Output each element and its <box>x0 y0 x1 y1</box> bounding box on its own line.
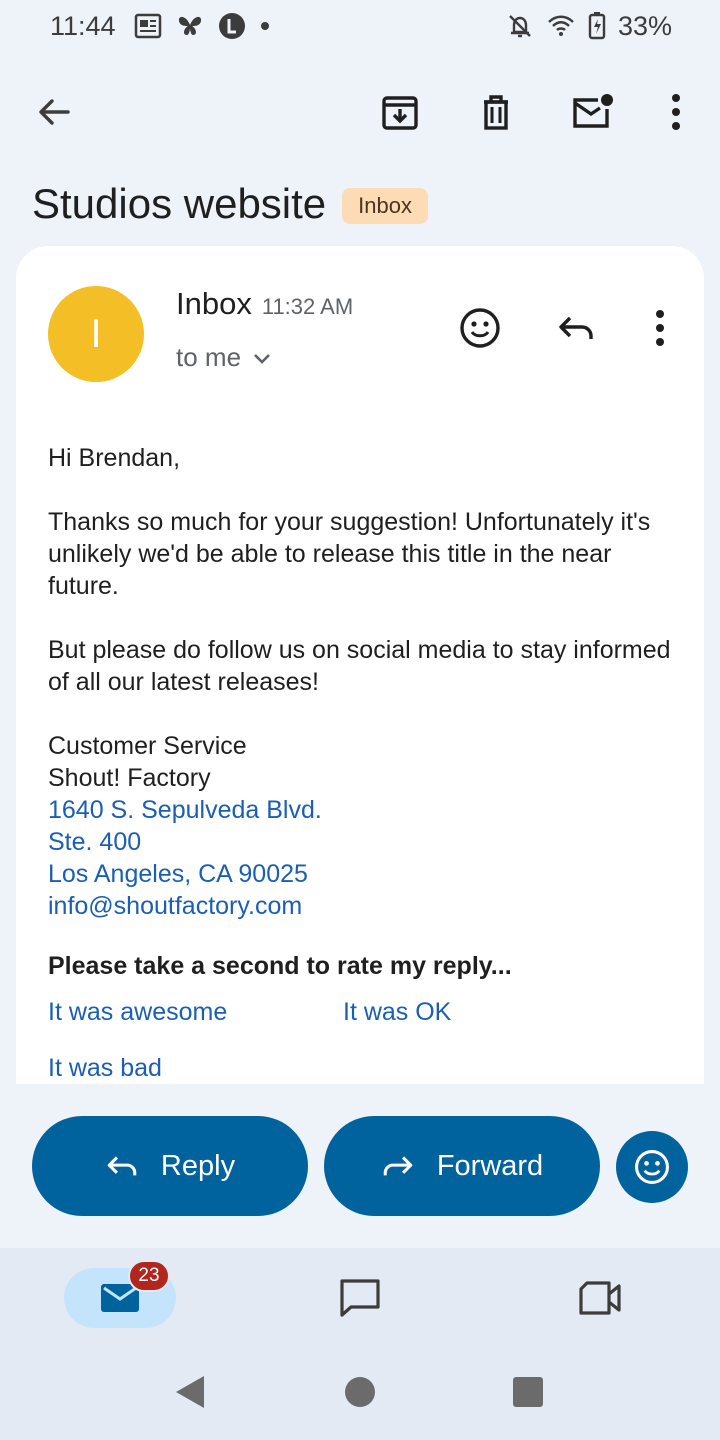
subject-row: Studios website Inbox <box>32 180 428 228</box>
greeting: Hi Brendan, <box>48 444 181 472</box>
l-circle-icon <box>218 12 246 40</box>
rating-question: Please take a second to rate my reply... <box>48 952 512 980</box>
address-link-1[interactable]: 1640 S. Sepulveda Blvd. <box>48 794 688 826</box>
system-navigation-bar <box>0 1344 720 1440</box>
chevron-down-icon <box>251 347 273 369</box>
system-recents-button[interactable] <box>512 1374 544 1410</box>
bell-off-icon <box>506 12 534 40</box>
battery-percent: 33% <box>617 10 672 41</box>
signature-line-2: Shout! Factory <box>48 764 211 792</box>
email-link[interactable]: info@shoutfactory.com <box>48 890 688 922</box>
message-more-button[interactable] <box>634 302 686 354</box>
system-back-button[interactable] <box>172 1374 208 1410</box>
more-vert-icon <box>670 92 682 132</box>
mark-unread-button[interactable] <box>566 86 618 138</box>
system-home-button[interactable] <box>344 1374 376 1410</box>
email-toolbar <box>0 72 720 152</box>
address-link-3[interactable]: Los Angeles, CA 90025 <box>48 858 688 890</box>
address-link-2[interactable]: Ste. 400 <box>48 826 688 858</box>
archive-icon <box>380 92 420 132</box>
delete-icon <box>476 92 516 132</box>
butterfly-icon <box>176 13 204 39</box>
emoji-icon <box>632 1147 672 1187</box>
body-paragraph-2: But please do follow us on social media … <box>48 636 671 696</box>
sender-name: Inbox <box>176 286 252 321</box>
wifi-icon <box>546 12 576 40</box>
email-time: 11:32 AM <box>261 294 354 319</box>
body-paragraph-1: Thanks so much for your suggestion! Unfo… <box>48 508 651 600</box>
recipient-toggle[interactable]: to me <box>176 342 273 373</box>
delete-button[interactable] <box>470 86 522 138</box>
reply-label: Reply <box>160 1149 236 1182</box>
bottom-nav: 23 <box>0 1248 720 1344</box>
rating-options-row-2: It was bad <box>48 1052 688 1084</box>
forward-icon <box>381 1149 415 1183</box>
react-button[interactable] <box>616 1131 688 1203</box>
news-icon <box>134 13 162 39</box>
rating-ok-link[interactable]: It was OK <box>343 996 451 1028</box>
nav-meet[interactable] <box>570 1268 630 1328</box>
signature-line-1: Customer Service <box>48 732 247 760</box>
dot-icon <box>260 21 270 31</box>
emoji-icon <box>458 306 502 350</box>
reply-icon <box>105 1149 139 1183</box>
archive-button[interactable] <box>374 86 426 138</box>
more-vert-icon <box>654 308 666 348</box>
chat-icon <box>339 1278 381 1318</box>
add-reaction-button[interactable] <box>454 302 506 354</box>
mark-unread-icon <box>570 92 614 132</box>
back-button[interactable] <box>28 86 80 138</box>
rating-options-row: It was awesome It was OK <box>48 996 688 1052</box>
avatar-letter: I <box>90 311 102 356</box>
meet-icon <box>578 1281 622 1315</box>
email-body: Hi Brendan, Thanks so much for your sugg… <box>48 442 688 1084</box>
mail-unread-badge: 23 <box>128 1260 170 1292</box>
inbox-label-chip[interactable]: Inbox <box>342 188 428 224</box>
more-options-button[interactable] <box>650 86 702 138</box>
signature: Customer Service Shout! Factory 1640 S. … <box>48 730 688 922</box>
sender-line: Inbox 11:32 AM <box>176 286 353 322</box>
back-arrow-icon <box>34 92 74 132</box>
avatar[interactable]: I <box>48 286 144 382</box>
status-time: 11:44 <box>50 10 116 41</box>
forward-label: Forward <box>436 1149 544 1182</box>
reply-icon <box>556 308 596 348</box>
action-bar: Reply Forward <box>32 1116 692 1216</box>
nav-chat[interactable] <box>330 1268 390 1328</box>
forward-button[interactable]: Forward <box>324 1116 600 1216</box>
rating-bad-link[interactable]: It was bad <box>48 1052 162 1084</box>
battery-charging-icon <box>588 12 606 40</box>
email-subject: Studios website <box>32 180 327 227</box>
email-card: I Inbox 11:32 AM to me Hi Brendan, Thank… <box>16 246 704 1084</box>
recipient-text: to me <box>176 342 242 372</box>
nav-mail[interactable]: 23 <box>64 1260 176 1328</box>
status-bar: 11:44 33% <box>0 0 720 52</box>
reply-icon-button[interactable] <box>550 302 602 354</box>
rating-awesome-link[interactable]: It was awesome <box>48 996 227 1028</box>
reply-button[interactable]: Reply <box>32 1116 308 1216</box>
